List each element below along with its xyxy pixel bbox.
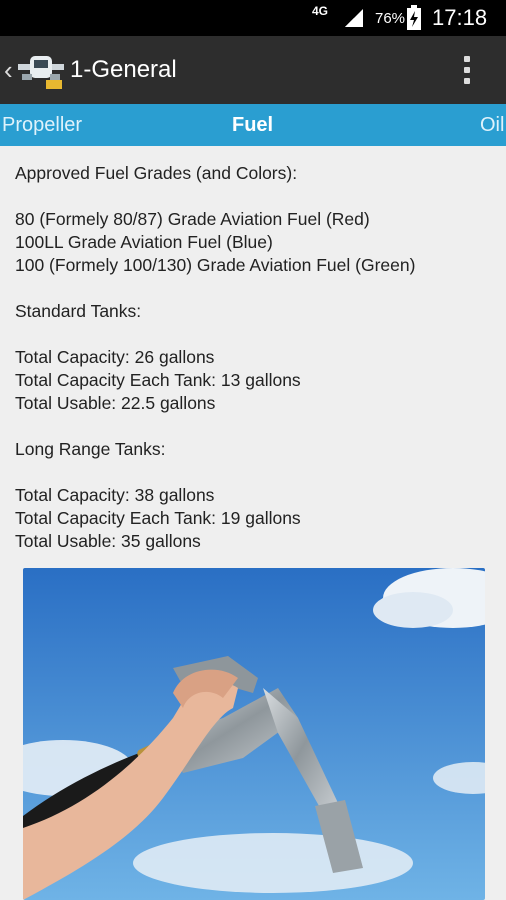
fuel-grade: 80 (Formely 80/87) Grade Aviation Fuel (… bbox=[15, 209, 370, 229]
fuel-grade: 100 (Formely 100/130) Grade Aviation Fue… bbox=[15, 255, 416, 275]
app-bar: ‹ 1-General bbox=[0, 36, 506, 104]
approved-fuel-heading: Approved Fuel Grades (and Colors): bbox=[15, 163, 298, 183]
standard-capacity: Total Capacity: 26 gallons bbox=[15, 347, 215, 367]
tab-fuel[interactable]: Fuel bbox=[232, 104, 273, 146]
back-chevron-icon[interactable]: ‹ bbox=[4, 50, 13, 90]
tab-oil[interactable]: Oil bbox=[480, 104, 504, 146]
battery-charging-icon bbox=[406, 0, 422, 36]
long-range-capacity-each: Total Capacity Each Tank: 19 gallons bbox=[15, 508, 301, 528]
page-title: 1-General bbox=[70, 56, 177, 83]
battery-percent: 76% bbox=[375, 9, 406, 27]
signal-icon bbox=[343, 0, 365, 36]
standard-capacity-each: Total Capacity Each Tank: 13 gallons bbox=[15, 370, 301, 390]
long-range-usable: Total Usable: 35 gallons bbox=[15, 531, 201, 551]
long-range-capacity: Total Capacity: 38 gallons bbox=[15, 485, 215, 505]
long-range-heading: Long Range Tanks: bbox=[15, 439, 166, 459]
fuel-nozzle-photo bbox=[23, 568, 485, 900]
clock: 17:18 bbox=[432, 5, 488, 30]
standard-tanks-heading: Standard Tanks: bbox=[15, 301, 142, 321]
fuel-grade: 100LL Grade Aviation Fuel (Blue) bbox=[15, 232, 273, 252]
tab-bar: Propeller Fuel Oil bbox=[0, 104, 506, 146]
tab-propeller[interactable]: Propeller bbox=[2, 104, 82, 146]
status-bar: 4G 76% 17:18 bbox=[0, 0, 506, 36]
standard-usable: Total Usable: 22.5 gallons bbox=[15, 393, 216, 413]
network-type: 4G bbox=[312, 4, 329, 18]
fuel-info: Approved Fuel Grades (and Colors): 80 (F… bbox=[15, 162, 495, 553]
overflow-menu-icon[interactable] bbox=[452, 52, 482, 88]
airplane-logo-icon[interactable] bbox=[16, 50, 66, 92]
